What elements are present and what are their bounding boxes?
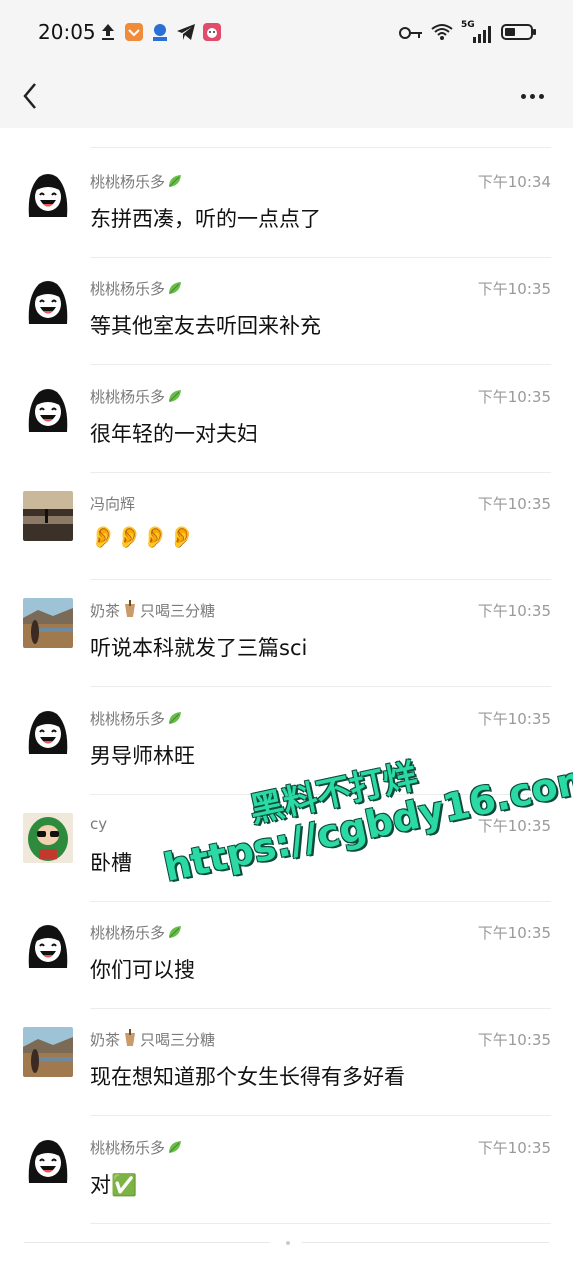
- user-name[interactable]: 桃桃杨乐多: [90, 278, 183, 300]
- user-name-part: 只喝三分糖: [140, 602, 216, 621]
- user-name[interactable]: 桃桃杨乐多: [90, 708, 183, 730]
- comment-row[interactable]: 桃桃杨乐多 下午10:35 很年轻的一对夫妇: [0, 366, 573, 473]
- comment-text: 听说本科就发了三篇sci: [90, 636, 308, 661]
- timestamp: 下午10:35: [477, 280, 551, 299]
- user-name-text: cy: [90, 814, 108, 833]
- leaf-icon: [167, 280, 183, 300]
- comment-row[interactable]: 奶茶 只喝三分糖 下午10:35 现在想知道那个女生长得有多好看: [0, 1009, 573, 1117]
- leaf-icon: [167, 924, 183, 944]
- comment-text: 现在想知道那个女生长得有多好看: [90, 1065, 405, 1090]
- user-name[interactable]: 桃桃杨乐多: [90, 922, 183, 944]
- app-pink-icon: [202, 22, 222, 42]
- divider-right: [302, 1242, 549, 1243]
- telegram-icon: [176, 22, 196, 42]
- avatar[interactable]: [23, 598, 73, 649]
- comment-row[interactable]: 奶茶 只喝三分糖 下午10:35 听说本科就发了三篇sci: [0, 580, 573, 688]
- system-icons: 5G: [399, 20, 537, 46]
- more-dot-icon: [530, 93, 535, 99]
- timestamp: 下午10:35: [477, 387, 551, 406]
- comment-text: 对✅: [90, 1172, 138, 1197]
- divider: [90, 147, 551, 148]
- user-name-text: 桃桃杨乐多: [90, 709, 166, 728]
- bottom-divider: [24, 1241, 549, 1245]
- notification-icons: [98, 22, 222, 42]
- avatar[interactable]: [23, 1027, 73, 1078]
- user-name[interactable]: 奶茶 只喝三分糖: [90, 1029, 215, 1051]
- row-divider: [90, 1222, 551, 1224]
- more-button[interactable]: [521, 88, 549, 104]
- back-button[interactable]: [16, 80, 44, 112]
- comment-text: 你们可以搜: [90, 958, 195, 983]
- timestamp: 下午10:34: [477, 173, 551, 191]
- avatar[interactable]: [23, 812, 73, 863]
- status-time: 20:05: [38, 20, 96, 44]
- user-name[interactable]: cy: [90, 815, 107, 833]
- leaf-icon: [167, 173, 183, 193]
- user-name-text: 桃桃杨乐多: [90, 387, 166, 406]
- comment-text: 很年轻的一对夫妇: [90, 421, 258, 446]
- comment-row[interactable]: 桃桃杨乐多 下午10:35 对✅: [0, 1117, 573, 1224]
- milk-tea-icon: [124, 1029, 136, 1051]
- avatar[interactable]: [23, 383, 73, 434]
- user-name-text: 桃桃杨乐多: [90, 280, 166, 299]
- divider-left: [24, 1242, 270, 1243]
- timestamp: 下午10:35: [477, 1138, 551, 1157]
- app-shield-icon: [124, 22, 144, 42]
- leaf-icon: [167, 388, 183, 408]
- separator-dot: [286, 1241, 290, 1245]
- timestamp: 下午10:35: [477, 494, 551, 513]
- comment-row[interactable]: 桃桃杨乐多 下午10:35 等其他室友去听回来补充: [0, 258, 573, 366]
- user-name-text: 桃桃杨乐多: [90, 924, 166, 943]
- more-dot-icon: [521, 93, 526, 99]
- avatar[interactable]: [23, 490, 73, 541]
- comment-row[interactable]: 桃桃杨乐多 下午10:35 你们可以搜: [0, 902, 573, 1010]
- comment-text: 男导师林旺: [90, 743, 195, 768]
- user-name-text: 冯向辉: [90, 494, 136, 513]
- avatar[interactable]: [23, 1134, 73, 1185]
- comment-row[interactable]: 桃桃杨乐多 下午10:34 东拼西凑，听的一点点了: [0, 151, 573, 258]
- milk-tea-icon: [124, 600, 136, 622]
- app-blue-icon: [150, 22, 170, 42]
- user-name[interactable]: 桃桃杨乐多: [90, 171, 183, 193]
- comment-text: 等其他室友去听回来补充: [90, 314, 321, 339]
- user-name-text: 桃桃杨乐多: [90, 173, 166, 191]
- user-name-text: 桃桃杨乐多: [90, 1138, 166, 1157]
- avatar[interactable]: [23, 920, 73, 971]
- avatar[interactable]: [23, 276, 73, 327]
- user-name-part: 只喝三分糖: [140, 1031, 216, 1050]
- avatar[interactable]: [23, 169, 73, 219]
- user-name[interactable]: 奶茶 只喝三分糖: [90, 600, 215, 622]
- signal-icon: 5G: [461, 20, 493, 44]
- user-name-part: 奶茶: [90, 602, 121, 621]
- user-name[interactable]: 冯向辉: [90, 493, 135, 514]
- status-bar: 20:05 5G: [0, 0, 573, 64]
- key-icon: [399, 25, 423, 44]
- leaf-icon: [167, 710, 183, 730]
- nav-bar: [0, 64, 573, 128]
- timestamp: 下午10:35: [477, 1031, 551, 1050]
- comment-text: 卧槽: [90, 850, 132, 875]
- comment-text: 东拼西凑，听的一点点了: [90, 207, 321, 231]
- more-dot-icon: [539, 93, 544, 99]
- timestamp: 下午10:35: [477, 602, 551, 621]
- user-name[interactable]: 桃桃杨乐多: [90, 1137, 183, 1159]
- battery-icon: [501, 22, 537, 46]
- wifi-icon: [431, 23, 453, 45]
- chevron-left-icon: [23, 83, 36, 109]
- comment-row[interactable]: 冯向辉 下午10:35 👂👂👂👂: [0, 473, 573, 580]
- avatar[interactable]: [23, 705, 73, 756]
- leaf-icon: [167, 1139, 183, 1159]
- upload-icon: [98, 22, 118, 42]
- comment-text: 👂👂👂👂: [90, 524, 195, 549]
- user-name[interactable]: 桃桃杨乐多: [90, 386, 183, 408]
- timestamp: 下午10:35: [477, 924, 551, 943]
- user-name-part: 奶茶: [90, 1031, 121, 1050]
